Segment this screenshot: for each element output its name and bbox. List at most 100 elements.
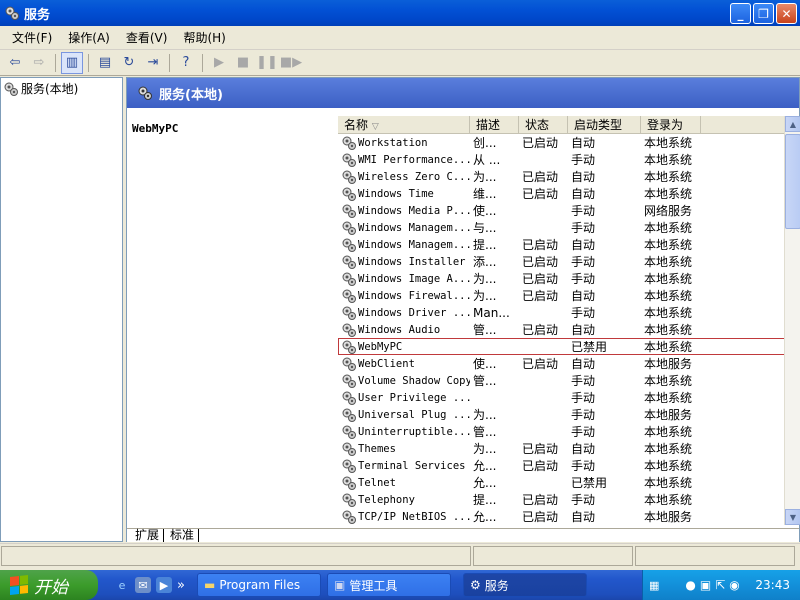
restore-button[interactable]: ❐: [753, 3, 774, 24]
service-row[interactable]: Terminal Services 允... 已启动 手动 本地系统: [338, 457, 785, 474]
service-row[interactable]: WebMyPC 已禁用 本地系统: [338, 338, 785, 355]
quick-launch-expand-icon[interactable]: »: [177, 578, 185, 593]
toolbar-separator: [169, 53, 170, 72]
column-header-description[interactable]: 描述: [470, 116, 519, 133]
tab-standard[interactable]: 标准: [166, 529, 200, 542]
scroll-down-arrow-icon[interactable]: ▼: [785, 509, 800, 525]
task-program-files[interactable]: ▬ Program Files: [196, 573, 321, 597]
menu-view[interactable]: 查看(V): [118, 29, 176, 46]
task-services[interactable]: ⚙ 服务: [462, 573, 587, 597]
services-pane: 服务(本地) WebMyPC 名称 ▽ 描述 状态 启动类型 登录为 Works…: [126, 77, 800, 542]
tree-node-services-local[interactable]: 服务(本地): [1, 78, 122, 99]
service-row[interactable]: User Privilege ... 手动 本地系统: [338, 389, 785, 406]
service-name: Windows Audio: [358, 323, 441, 336]
task-label: 服务: [484, 578, 509, 593]
menu-action[interactable]: 操作(A): [60, 29, 118, 46]
service-description: 允...: [473, 459, 497, 473]
keyboard-icon[interactable]: ▦: [649, 579, 659, 592]
service-name-cell: WebClient: [338, 356, 470, 372]
start-button[interactable]: 开始: [0, 570, 98, 600]
service-row[interactable]: Volume Shadow Copy 管... 手动 本地系统: [338, 372, 785, 389]
vertical-scrollbar[interactable]: ▲ ▼: [784, 116, 800, 525]
service-row[interactable]: WMI Performance... 从 ... 手动 本地系统: [338, 151, 785, 168]
show-hide-tree-icon[interactable]: ▥: [61, 51, 83, 74]
stop-service-icon[interactable]: ■: [232, 52, 254, 74]
start-service-icon[interactable]: ▶: [208, 52, 230, 74]
service-row[interactable]: Uninterruptible... 管... 手动 本地系统: [338, 423, 785, 440]
service-startup-type: 手动: [571, 391, 596, 405]
service-startup-type: 已禁用: [571, 340, 608, 354]
service-logon-as: 本地系统: [644, 391, 693, 405]
service-name-cell: Windows Media P...: [338, 203, 470, 219]
tree-pane: 服务(本地): [0, 77, 123, 542]
task-label: Program Files: [219, 578, 301, 592]
service-startup-type: 手动: [571, 153, 596, 167]
service-row[interactable]: Wireless Zero C... 为... 已启动 自动 本地系统: [338, 168, 785, 185]
service-logon-as: 本地系统: [644, 323, 693, 337]
service-row[interactable]: Universal Plug ... 为... 手动 本地服务: [338, 406, 785, 423]
service-gear-icon: [341, 390, 357, 406]
restart-service-icon[interactable]: ■▶: [280, 52, 302, 74]
shortcut-icon[interactable]: ⇱: [715, 578, 725, 592]
pane-header-title: 服务(本地): [159, 87, 223, 103]
help-icon[interactable]: ?: [175, 52, 197, 74]
service-name: Windows Managem...: [358, 221, 470, 234]
column-header-startup-type[interactable]: 启动类型: [568, 116, 641, 133]
service-row[interactable]: Windows Installer 添... 已启动 手动 本地系统: [338, 253, 785, 270]
close-button[interactable]: ✕: [776, 3, 797, 24]
forward-arrow-icon[interactable]: ⇨: [28, 52, 50, 74]
service-row[interactable]: Windows Firewal... 为... 已启动 自动 本地系统: [338, 287, 785, 304]
service-row[interactable]: Windows Media P... 使... 手动 网络服务: [338, 202, 785, 219]
export-list-icon[interactable]: ⇥: [142, 52, 164, 74]
service-row[interactable]: Windows Managem... 提... 已启动 自动 本地系统: [338, 236, 785, 253]
menu-file[interactable]: 文件(F): [4, 29, 60, 46]
service-row[interactable]: Windows Image A... 为... 已启动 手动 本地系统: [338, 270, 785, 287]
service-row[interactable]: WebClient 使... 已启动 自动 本地服务: [338, 355, 785, 372]
service-name-cell: Telnet: [338, 475, 470, 491]
service-startup-type: 自动: [571, 510, 596, 524]
scroll-thumb[interactable]: [785, 134, 800, 229]
outlook-express-icon[interactable]: ✉: [135, 577, 151, 593]
column-header-logon-as[interactable]: 登录为: [641, 116, 701, 133]
media-player-icon[interactable]: ▶: [156, 577, 172, 593]
back-arrow-icon[interactable]: ⇦: [4, 52, 26, 74]
service-status: 已启动: [522, 187, 559, 201]
quick-launch: e ✉ ▶ »: [98, 577, 185, 593]
refresh-icon[interactable]: ↻: [118, 52, 140, 74]
service-logon-as: 本地系统: [644, 289, 693, 303]
service-row[interactable]: Windows Audio 管... 已启动 自动 本地系统: [338, 321, 785, 338]
service-row[interactable]: Telephony 提... 已启动 手动 本地系统: [338, 491, 785, 508]
service-description: 使...: [473, 204, 497, 218]
status-panel: [1, 546, 471, 566]
menu-help[interactable]: 帮助(H): [175, 29, 233, 46]
service-row[interactable]: Telnet 允... 已禁用 本地系统: [338, 474, 785, 491]
pause-service-icon[interactable]: ❚❚: [256, 52, 278, 74]
task-admin-tools[interactable]: ▣ 管理工具: [326, 573, 451, 597]
volume-icon[interactable]: ◉: [729, 578, 739, 592]
service-row[interactable]: Workstation 创... 已启动 自动 本地系统: [338, 134, 785, 151]
column-header-status[interactable]: 状态: [519, 116, 568, 133]
service-startup-type: 手动: [571, 255, 596, 269]
network-icon[interactable]: ▣: [700, 578, 711, 592]
service-status: 已启动: [522, 357, 559, 371]
column-header-name[interactable]: 名称 ▽: [338, 116, 470, 133]
qq-penguin-icon[interactable]: ●: [685, 578, 695, 592]
service-name: Wireless Zero C...: [358, 170, 470, 183]
service-description: 为...: [473, 272, 497, 286]
service-row[interactable]: Themes 为... 已启动 自动 本地系统: [338, 440, 785, 457]
internet-explorer-icon[interactable]: e: [114, 577, 130, 593]
title-bar[interactable]: 服务 _ ❐ ✕: [0, 0, 800, 26]
service-row[interactable]: TCP/IP NetBIOS ... 允... 已启动 自动 本地服务: [338, 508, 785, 525]
service-row[interactable]: Windows Driver ... Man... 手动 本地系统: [338, 304, 785, 321]
minimize-button[interactable]: _: [730, 3, 751, 24]
service-name: Windows Time: [358, 187, 434, 200]
properties-icon[interactable]: ▤: [94, 52, 116, 74]
service-startup-type: 手动: [571, 306, 596, 320]
service-name: Telephony: [358, 493, 415, 506]
tab-extended[interactable]: 扩展: [131, 529, 165, 542]
service-row[interactable]: Windows Managem... 与... 手动 本地系统: [338, 219, 785, 236]
service-startup-type: 自动: [571, 170, 596, 184]
scroll-up-arrow-icon[interactable]: ▲: [785, 116, 800, 132]
services-gear-icon: [4, 5, 20, 21]
service-row[interactable]: Windows Time 维... 已启动 自动 本地系统: [338, 185, 785, 202]
